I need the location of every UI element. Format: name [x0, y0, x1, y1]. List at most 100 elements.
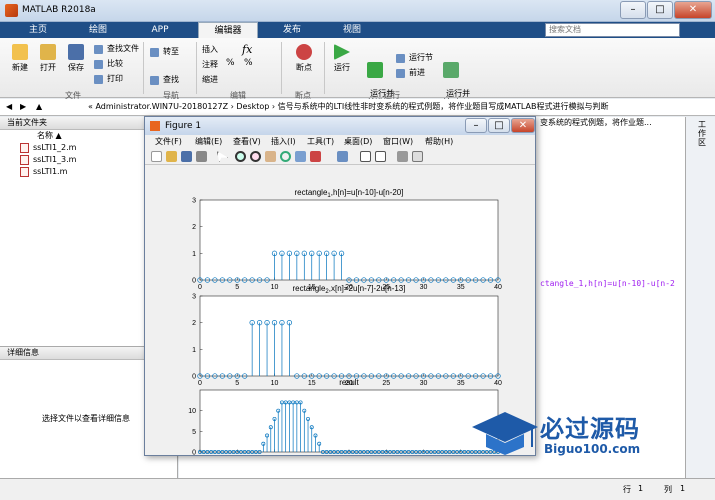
find-button[interactable]: 查找	[150, 74, 179, 86]
menu-window[interactable]: 窗口(W)	[383, 135, 413, 149]
tab-editor[interactable]: 编辑器	[198, 22, 258, 38]
x-tick-label: 0	[198, 284, 202, 291]
axes-box	[199, 389, 499, 453]
figure-close-button[interactable]: ✕	[511, 118, 535, 133]
y-tick-label: 0	[192, 374, 196, 381]
tab-publish[interactable]: 发布	[262, 22, 322, 38]
colorbar-icon[interactable]	[360, 151, 371, 162]
axes-box	[199, 199, 499, 281]
divider	[281, 42, 282, 94]
goto-button[interactable]: 转至	[150, 46, 179, 58]
brush-icon[interactable]	[310, 151, 321, 162]
workspace-label[interactable]: 工作区	[698, 120, 708, 147]
figure-minimize-button[interactable]: –	[465, 118, 487, 133]
run-section-button[interactable]: 运行节	[396, 52, 433, 64]
print-button[interactable]: 打印	[94, 73, 123, 85]
data-cursor-icon[interactable]	[295, 151, 306, 162]
run-button[interactable]: 运行	[330, 44, 354, 73]
figure-maximize-button[interactable]: □	[488, 118, 510, 133]
plot-title: result	[339, 378, 359, 387]
x-tick-label: 5	[235, 380, 239, 387]
y-tick-label: 1	[192, 347, 196, 354]
details-placeholder: 选择文件以查看详细信息	[42, 414, 130, 423]
print-figure-icon[interactable]	[196, 151, 207, 162]
col-value: 1	[680, 484, 686, 493]
figure-title-bar[interactable]: Figure 1 – □ ✕	[145, 117, 535, 135]
link-plot-icon[interactable]	[337, 151, 348, 162]
up-folder-icon[interactable]: ▲	[36, 99, 42, 115]
open-file-icon[interactable]	[166, 151, 177, 162]
tab-apps[interactable]: APP	[130, 22, 190, 38]
new-button[interactable]: 新建	[8, 44, 32, 73]
save-figure-icon[interactable]	[181, 151, 192, 162]
figure-menu-bar: 文件(F) 编辑(E) 查看(V) 插入(I) 工具(T) 桌面(D) 窗口(W…	[145, 135, 535, 149]
zoom-out-icon[interactable]	[250, 151, 261, 162]
menu-tools[interactable]: 工具(T)	[307, 135, 334, 149]
x-tick-label: 30	[420, 284, 428, 291]
indent-button[interactable]: 缩进	[202, 74, 218, 85]
m-file-icon	[20, 143, 29, 153]
search-docs-input[interactable]: 搜索文档	[545, 23, 680, 37]
hide-plot-tools-icon[interactable]	[397, 151, 408, 162]
insert-button[interactable]: 插入	[202, 44, 218, 55]
zoom-in-icon[interactable]	[235, 151, 246, 162]
current-path[interactable]: « Administrator.WIN7U-20180127Z › Deskto…	[88, 99, 608, 115]
graduation-cap-icon	[472, 412, 538, 455]
x-tick-label: 35	[457, 284, 465, 291]
percent-icon[interactable]: %	[226, 58, 235, 68]
find-files-button[interactable]: 查找文件	[94, 43, 139, 55]
minimize-button[interactable]: –	[620, 1, 646, 19]
show-plot-tools-icon[interactable]	[412, 151, 423, 162]
status-bar: 行 1 列 1	[0, 478, 715, 500]
divider	[196, 42, 197, 94]
pan-hand-icon[interactable]	[265, 151, 276, 162]
run-time-icon	[443, 62, 459, 78]
divider	[143, 42, 144, 94]
editor-code-line[interactable]: ctangle_1,h[n]=u[n-10]-u[n-2	[540, 279, 675, 288]
x-tick-label: 25	[382, 380, 390, 387]
y-tick-label: 3	[192, 294, 196, 301]
x-tick-label: 5	[235, 284, 239, 291]
breakpoints-button[interactable]: 断点	[290, 44, 318, 73]
x-tick-label: 15	[308, 380, 316, 387]
open-button[interactable]: 打开	[36, 44, 60, 73]
comment-button[interactable]: 注释	[202, 59, 218, 70]
forward-icon[interactable]: ▶	[20, 99, 26, 115]
matlab-logo-icon	[5, 4, 18, 17]
menu-edit[interactable]: 编辑(E)	[195, 135, 222, 149]
save-icon	[68, 44, 84, 60]
y-tick-label: 1	[192, 251, 196, 258]
menu-file[interactable]: 文件(F)	[155, 135, 182, 149]
watermark-url: Biguo100.com	[544, 442, 641, 456]
pointer-icon[interactable]	[217, 151, 228, 162]
breakpoint-icon	[296, 44, 312, 60]
legend-icon[interactable]	[375, 151, 386, 162]
tab-view[interactable]: 视图	[322, 22, 382, 38]
menu-desktop[interactable]: 桌面(D)	[344, 135, 372, 149]
col-label: 列	[664, 485, 672, 494]
y-tick-label: 2	[192, 320, 196, 327]
rotate-3d-icon[interactable]	[280, 151, 291, 162]
save-button[interactable]: 保存	[64, 44, 88, 73]
address-bar[interactable]: ◀ ▶ ▲ « Administrator.WIN7U-20180127Z › …	[0, 99, 715, 116]
maximize-button[interactable]: □	[647, 1, 673, 19]
tab-plots[interactable]: 绘图	[68, 22, 128, 38]
new-icon	[12, 44, 28, 60]
compare-button[interactable]: 比较	[94, 58, 123, 70]
editor-tab-title[interactable]: 变系统的程式例题，将作业题...	[540, 117, 652, 128]
folder-icon	[40, 44, 56, 60]
m-file-icon	[20, 167, 29, 177]
menu-view[interactable]: 查看(V)	[233, 135, 261, 149]
tab-home[interactable]: 主页	[8, 22, 68, 38]
menu-help[interactable]: 帮助(H)	[425, 135, 453, 149]
ribbon-toolbar: 新建 打开 保存 查找文件 比较 打印 文件 转至 查找 导航 插入 注释 缩进…	[0, 38, 715, 107]
x-tick-label: 40	[494, 380, 502, 387]
close-button[interactable]: ✕	[674, 1, 712, 19]
advance-button[interactable]: 前进	[396, 67, 425, 79]
percent-brace-icon[interactable]: %	[244, 58, 253, 68]
fx-icon[interactable]: fx	[242, 43, 252, 56]
divider	[324, 42, 325, 94]
new-figure-icon[interactable]	[151, 151, 162, 162]
menu-insert[interactable]: 插入(I)	[271, 135, 296, 149]
back-icon[interactable]: ◀	[6, 99, 12, 115]
